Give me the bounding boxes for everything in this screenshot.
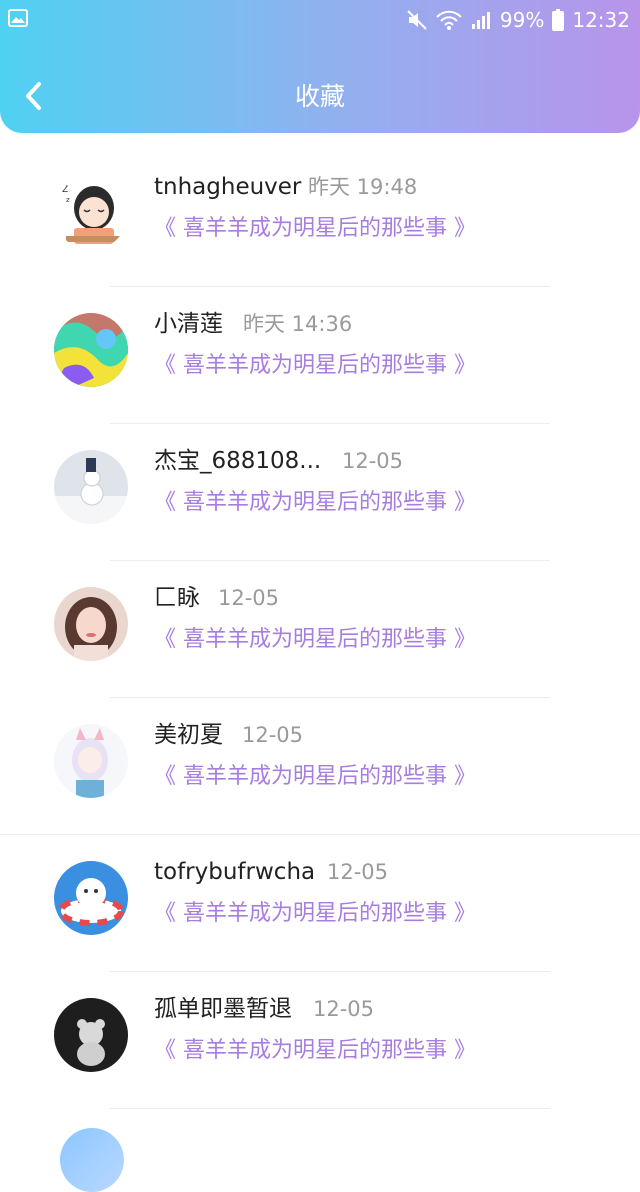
wifi-icon — [436, 10, 462, 30]
user-name: 匚眿 — [154, 585, 200, 611]
story-link[interactable]: 《 喜羊羊成为明星后的那些事 》 — [154, 1035, 476, 1067]
mute-icon — [407, 10, 427, 30]
battery-icon — [552, 9, 565, 31]
svg-text:Z: Z — [62, 185, 68, 195]
timestamp: 昨天 14:36 — [243, 312, 353, 336]
list-item[interactable]: 小清莲 昨天 14:36 《 喜羊羊成为明星后的那些事 》 — [0, 287, 640, 424]
timestamp: 昨天 19:48 — [308, 175, 418, 199]
story-link[interactable]: 《 喜羊羊成为明星后的那些事 》 — [154, 761, 476, 793]
battery-percent: 99% — [499, 8, 545, 32]
story-link[interactable]: 《 喜羊羊成为明星后的那些事 》 — [154, 898, 476, 930]
timestamp: 12-05 — [242, 723, 304, 747]
app-header: 99% 12:32 收藏 — [0, 0, 640, 133]
gallery-notification-icon — [8, 9, 28, 27]
story-link[interactable]: 《 喜羊羊成为明星后的那些事 》 — [154, 350, 476, 382]
timestamp: 12-05 — [342, 449, 404, 473]
story-link[interactable]: 《 喜羊羊成为明星后的那些事 》 — [154, 487, 476, 519]
story-link[interactable]: 《 喜羊羊成为明星后的那些事 》 — [154, 624, 476, 656]
user-name: 美初夏 — [154, 722, 223, 748]
user-name: 小清莲 — [154, 311, 223, 337]
list-item[interactable]: tofrybufrwcha 12-05 《 喜羊羊成为明星后的那些事 》 — [0, 835, 640, 972]
divider — [110, 1108, 550, 1109]
user-name: 孤单即墨暂退 — [154, 996, 292, 1022]
timestamp: 12-05 — [327, 860, 389, 884]
list-item[interactable]: 美初夏 12-05 《 喜羊羊成为明星后的那些事 》 — [0, 698, 640, 835]
list-item[interactable]: 孤单即墨暂退 12-05 《 喜羊羊成为明星后的那些事 》 — [0, 972, 640, 1109]
favorites-list: Z z tnhagheuver 昨天 19:48 《 喜羊羊成为明星后的那些事 … — [0, 150, 640, 1109]
avatar[interactable] — [54, 861, 128, 935]
avatar[interactable] — [54, 724, 128, 798]
svg-text:z: z — [66, 196, 70, 204]
timestamp: 12-05 — [218, 586, 280, 610]
user-name: 杰宝_688108... — [154, 448, 322, 474]
list-item[interactable]: 杰宝_688108... 12-05 《 喜羊羊成为明星后的那些事 》 — [0, 424, 640, 561]
story-link[interactable]: 《 喜羊羊成为明星后的那些事 》 — [154, 213, 476, 245]
status-bar: 99% 12:32 — [0, 0, 640, 40]
avatar[interactable] — [54, 313, 128, 387]
list-item[interactable]: Z z tnhagheuver 昨天 19:48 《 喜羊羊成为明星后的那些事 … — [0, 150, 640, 287]
avatar[interactable] — [54, 998, 128, 1072]
avatar[interactable] — [54, 450, 128, 524]
avatar[interactable]: Z z — [54, 176, 128, 250]
timestamp: 12-05 — [313, 997, 375, 1021]
clock: 12:32 — [572, 8, 630, 32]
signal-icon — [471, 12, 490, 29]
avatar[interactable] — [54, 587, 128, 661]
page-title: 收藏 — [294, 82, 345, 111]
list-item[interactable]: 匚眿 12-05 《 喜羊羊成为明星后的那些事 》 — [0, 561, 640, 698]
user-name: tnhagheuver — [154, 174, 302, 200]
user-name: tofrybufrwcha — [154, 859, 316, 885]
